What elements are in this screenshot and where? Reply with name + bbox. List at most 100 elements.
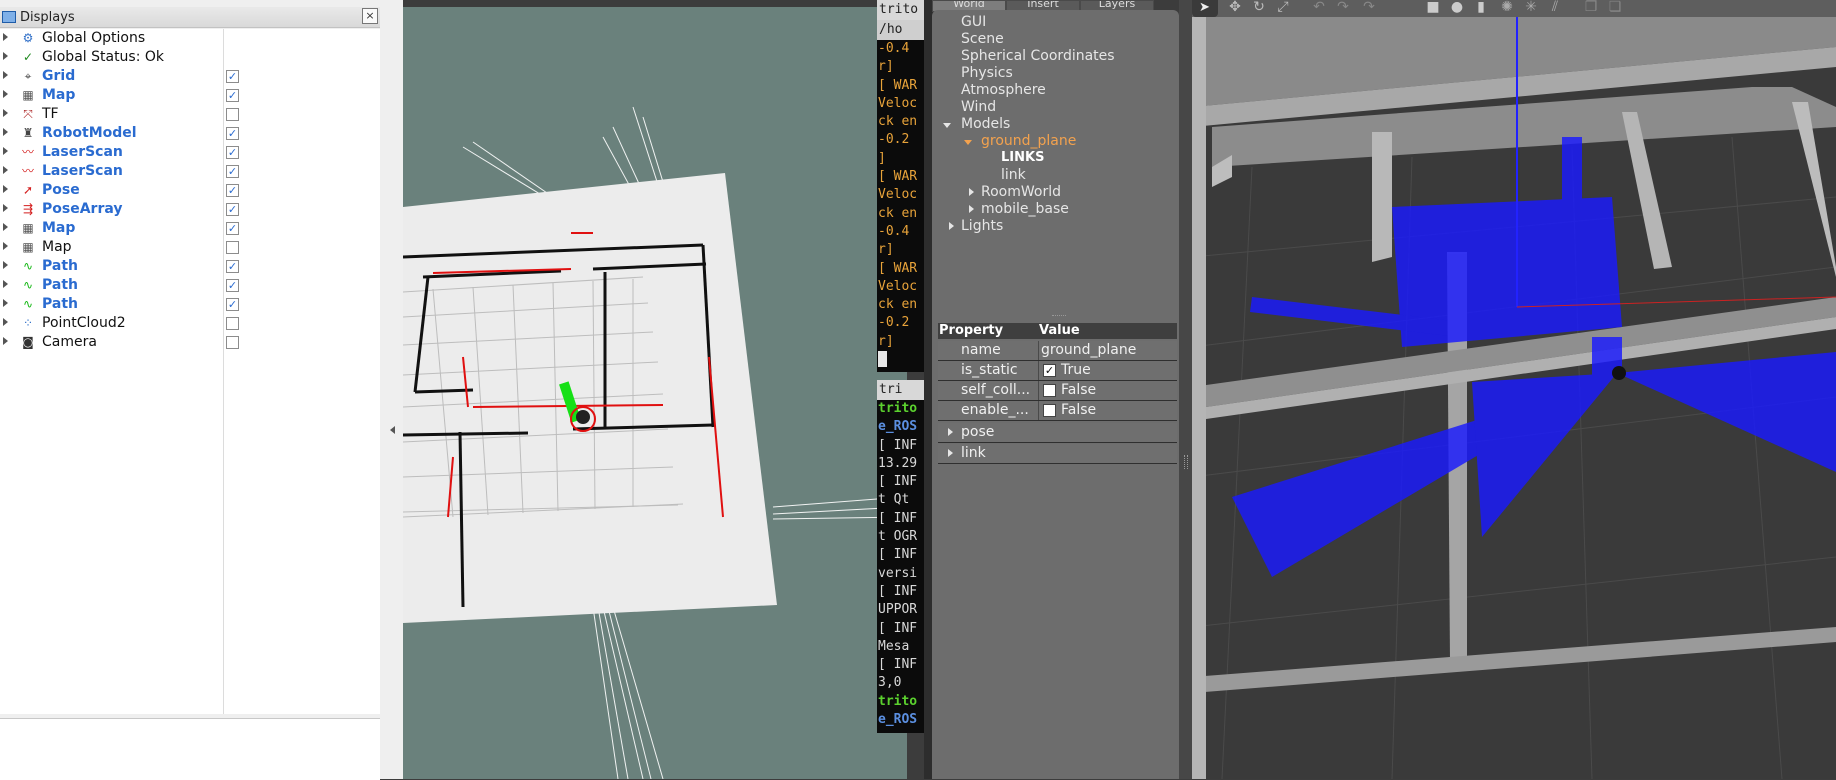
tree-item-physics[interactable]: Physics [961, 65, 1013, 81]
box-shape-icon[interactable]: ■ [1424, 0, 1442, 14]
display-item[interactable]: ▦ Map ✓ [0, 219, 380, 238]
property-value[interactable]: ground_plane [1041, 342, 1136, 358]
expand-arrow-icon[interactable] [3, 109, 8, 117]
splitter-grip[interactable] [1184, 455, 1188, 469]
splitter-handle[interactable] [381, 0, 403, 779]
expand-models-icon[interactable] [943, 123, 951, 128]
expand-arrow-icon[interactable] [3, 166, 8, 174]
sphere-shape-icon[interactable]: ● [1448, 0, 1466, 14]
tree-item-gui[interactable]: GUI [961, 14, 986, 30]
select-mode-button[interactable]: ➤ [1192, 0, 1218, 17]
expand-lights-icon[interactable] [949, 222, 954, 230]
display-item[interactable]: ⌖ Grid ✓ [0, 67, 380, 86]
display-enabled-checkbox[interactable]: ✓ [226, 165, 239, 178]
property-checkbox[interactable] [1043, 384, 1056, 397]
display-item[interactable]: ∿ Path ✓ [0, 257, 380, 276]
gazebo-3d-scene[interactable] [1192, 17, 1836, 779]
tree-item-ground-plane[interactable]: ground_plane [981, 133, 1076, 149]
display-item[interactable]: 〰 LaserScan ✓ [0, 143, 380, 162]
terminal-tab-title-bottom[interactable]: tri [877, 380, 924, 400]
display-enabled-checkbox[interactable]: ✓ [226, 203, 239, 216]
undo-icon[interactable]: ↶ [1310, 0, 1328, 14]
tree-item-scene[interactable]: Scene [961, 31, 1004, 47]
display-item[interactable]: ◙ Camera [0, 333, 380, 352]
expand-pose-icon[interactable] [948, 428, 953, 436]
property-row[interactable]: enable_... False [938, 401, 1177, 421]
terminal-tab-path[interactable]: /ho [877, 20, 924, 40]
expand-arrow-icon[interactable] [3, 52, 8, 60]
expand-arrow-icon[interactable] [3, 71, 8, 79]
expand-roomworld-icon[interactable] [969, 188, 974, 196]
expand-arrow-icon[interactable] [3, 280, 8, 288]
display-enabled-checkbox[interactable]: ✓ [226, 70, 239, 83]
display-enabled-checkbox[interactable]: ✓ [226, 279, 239, 292]
spot-light-icon[interactable]: ✳ [1522, 0, 1540, 14]
expand-arrow-icon[interactable] [3, 185, 8, 193]
expand-arrow-icon[interactable] [3, 33, 8, 41]
paste-icon[interactable]: ❏ [1606, 0, 1624, 14]
expand-arrow-icon[interactable] [3, 204, 8, 212]
terminal-window-bottom[interactable]: tri trito e_ROS [ INF 13.29 [ INF t Qt [ INF t … [877, 380, 924, 733]
translate-icon[interactable]: ✥ [1226, 0, 1244, 14]
scale-icon[interactable]: ⤢ [1274, 0, 1292, 14]
splitter-grip[interactable] [1052, 315, 1066, 319]
expand-arrow-icon[interactable] [3, 90, 8, 98]
display-enabled-checkbox[interactable]: ✓ [226, 222, 239, 235]
point-light-icon[interactable]: ✺ [1498, 0, 1516, 14]
tree-item-lights[interactable]: Lights [961, 218, 1003, 234]
expand-arrow-icon[interactable] [3, 261, 8, 269]
display-enabled-checkbox[interactable] [226, 108, 239, 121]
display-item[interactable]: 〰 LaserScan ✓ [0, 162, 380, 181]
terminal-window-top[interactable]: trito /ho -0.4 r] [ WAR Veloc ck en -0.2] [ WA… [877, 0, 924, 372]
expand-arrow-icon[interactable] [3, 318, 8, 326]
redo-dropdown-icon[interactable]: ↷ [1360, 0, 1378, 14]
expand-link-icon[interactable] [948, 449, 953, 457]
collapse-arrow-icon[interactable] [390, 426, 395, 434]
rotate-icon[interactable]: ↻ [1250, 0, 1268, 14]
property-row[interactable]: is_static ✓ True [938, 361, 1177, 381]
tree-item-wind[interactable]: Wind [961, 99, 996, 115]
display-enabled-checkbox[interactable]: ✓ [226, 146, 239, 159]
tree-item-models[interactable]: Models [961, 116, 1010, 132]
display-item[interactable]: ⇶ PoseArray ✓ [0, 200, 380, 219]
rviz-3d-view[interactable] [403, 7, 907, 779]
display-enabled-checkbox[interactable] [226, 336, 239, 349]
display-enabled-checkbox[interactable] [226, 317, 239, 330]
expand-arrow-icon[interactable] [3, 147, 8, 155]
property-group-link[interactable]: link [938, 444, 1177, 464]
expand-arrow-icon[interactable] [3, 128, 8, 136]
display-item[interactable]: ✓ Global Status: Ok [0, 48, 380, 67]
tree-item-roomworld[interactable]: RoomWorld [981, 184, 1061, 200]
tree-item-link[interactable]: link [1001, 167, 1026, 183]
copy-icon[interactable]: ❐ [1582, 0, 1600, 14]
display-item[interactable]: ⚙ Global Options [0, 29, 380, 48]
property-row[interactable]: name ground_plane [938, 341, 1177, 361]
display-item[interactable]: ♜ RobotModel ✓ [0, 124, 380, 143]
directional-light-icon[interactable]: ⫽ [1546, 0, 1564, 14]
close-panel-button[interactable]: × [362, 8, 378, 24]
display-item[interactable]: ▦ Map ✓ [0, 86, 380, 105]
expand-arrow-icon[interactable] [3, 223, 8, 231]
expand-mobile-base-icon[interactable] [969, 205, 974, 213]
cylinder-shape-icon[interactable]: ▮ [1472, 0, 1490, 14]
expand-arrow-icon[interactable] [3, 242, 8, 250]
tree-item-atmosphere[interactable]: Atmosphere [961, 82, 1046, 98]
display-item[interactable]: ∿ Path ✓ [0, 295, 380, 314]
property-group-pose[interactable]: pose [938, 423, 1177, 443]
display-enabled-checkbox[interactable]: ✓ [226, 298, 239, 311]
tree-item-mobile-base[interactable]: mobile_base [981, 201, 1069, 217]
display-enabled-checkbox[interactable]: ✓ [226, 260, 239, 273]
expand-ground-plane-icon[interactable] [964, 140, 972, 145]
display-item[interactable]: ∿ Path ✓ [0, 276, 380, 295]
display-enabled-checkbox[interactable]: ✓ [226, 127, 239, 140]
expand-arrow-icon[interactable] [3, 337, 8, 345]
tree-item-spherical-coordinates[interactable]: Spherical Coordinates [961, 48, 1115, 64]
terminal-tab-title[interactable]: trito [877, 0, 924, 20]
display-enabled-checkbox[interactable]: ✓ [226, 184, 239, 197]
property-checkbox[interactable]: ✓ [1043, 364, 1056, 377]
display-item[interactable]: ⁘ PointCloud2 [0, 314, 380, 333]
property-row[interactable]: self_coll... False [938, 381, 1177, 401]
expand-arrow-icon[interactable] [3, 299, 8, 307]
redo-icon[interactable]: ↷ [1334, 0, 1352, 14]
display-item[interactable]: ▦ Map [0, 238, 380, 257]
